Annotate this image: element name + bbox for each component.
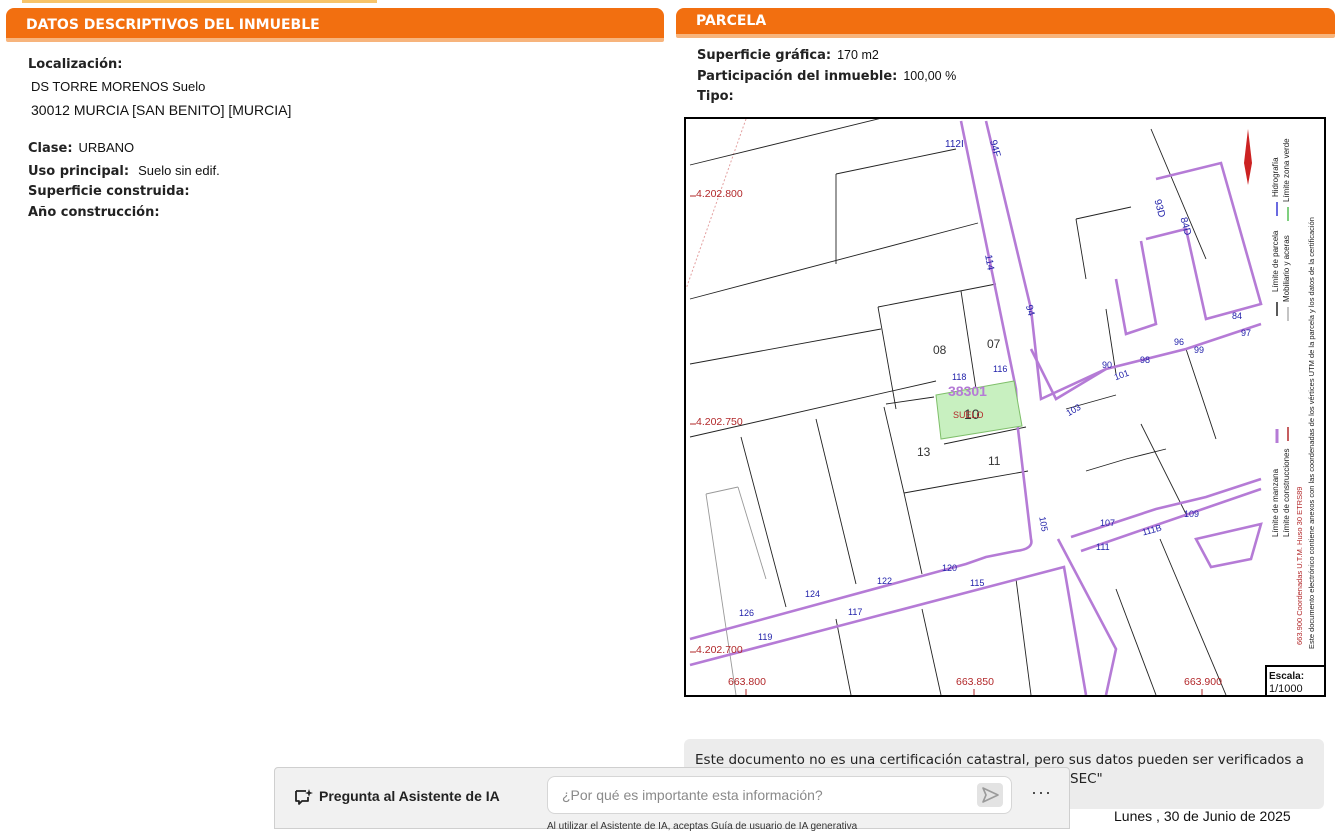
ai-assistant-title: Pregunta al Asistente de IA <box>319 788 500 804</box>
ai-more-options-button[interactable]: ··· <box>1031 782 1052 803</box>
section-title: PARCELA <box>696 13 767 29</box>
parcel-number: 08 <box>933 343 947 357</box>
coord-x-label: 663.900 <box>1184 676 1222 688</box>
address-line-1: DS TORRE MORENOS Suelo <box>31 79 206 94</box>
street-number: 119 <box>758 632 773 642</box>
parcel-number: 11 <box>988 454 1001 468</box>
uso-label: Uso principal: <box>28 164 130 179</box>
superficie-grafica-row: Superficie gráfica: 170 m2 <box>697 46 879 64</box>
street-number: 99 <box>1194 345 1205 355</box>
ano-construccion-label: Año construcción: <box>28 205 160 220</box>
street-number: 84 <box>1232 311 1243 321</box>
street-number: 116 <box>993 364 1008 374</box>
street-number: 117 <box>848 607 863 617</box>
coord-y-label: 4.202.700 <box>696 644 743 656</box>
superficie-grafica-value: 170 m2 <box>837 48 879 62</box>
clase-label: Clase: <box>28 141 73 156</box>
tipo-label: Tipo: <box>697 89 734 104</box>
street-number: 120 <box>942 563 958 573</box>
section-title: DATOS DESCRIPTIVOS DEL INMUEBLE <box>26 17 320 33</box>
street-number: 111 <box>1096 542 1110 552</box>
legend-item: Límite de manzana <box>1271 468 1280 537</box>
map-guide-line <box>686 119 747 290</box>
scale-value: 1/1000 <box>1269 683 1303 695</box>
superficie-construida-label: Superficie construida: <box>28 184 190 199</box>
parcel-use: SUELO <box>953 410 984 420</box>
north-arrow-icon <box>1244 129 1252 185</box>
legend-item: Mobiliario y aceras <box>1282 235 1291 302</box>
coord-y-label: 4.202.800 <box>696 188 743 200</box>
uso-row: Uso principal: Suelo sin edif. <box>28 162 220 180</box>
section-header-datos: DATOS DESCRIPTIVOS DEL INMUEBLE <box>6 8 664 42</box>
street-number: 118 <box>952 372 967 382</box>
street-number: 115 <box>970 578 985 588</box>
clase-row: Clase: URBANO <box>28 139 134 157</box>
street-number: 107 <box>1100 518 1116 528</box>
street-number: 96 <box>1174 337 1185 347</box>
coord-x-label: 663.850 <box>956 676 994 688</box>
ai-assistant-bar: Pregunta al Asistente de IA ··· Al utili… <box>274 767 1070 832</box>
document-date: Lunes , 30 de Junio de 2025 <box>1114 808 1291 824</box>
superficie-grafica-label: Superficie gráfica: <box>697 48 832 63</box>
street-number: 97 <box>1241 328 1252 338</box>
legend-coords-note: 663.900 Coordenadas U.T.M. Huso 30 ETRS8… <box>1295 486 1304 645</box>
ai-chat-sparkle-icon <box>295 789 313 805</box>
legend-item: Hidrografía <box>1271 157 1280 197</box>
legend-item: Límite zona verde <box>1282 138 1291 202</box>
legend-item: Límite de parcela <box>1271 230 1280 292</box>
uso-value: Suelo sin edif. <box>138 163 220 178</box>
address-line-2: 30012 MURCIA [SAN BENITO] [MURCIA] <box>31 102 292 118</box>
map-legend: Límite de manzana Límite de construccion… <box>1265 117 1326 697</box>
coordinate-ticks <box>690 195 1203 695</box>
legend-item: Límite de construcciones <box>1282 448 1291 538</box>
parcel-number: 07 <box>987 337 1001 351</box>
street-number: 122 <box>877 576 893 586</box>
street-number: 112I <box>945 139 964 150</box>
top-accent-bar <box>22 0 377 3</box>
participacion-label: Participación del inmueble: <box>697 69 898 84</box>
participacion-row: Participación del inmueble: 100,00 % <box>697 67 956 85</box>
street-number: 90 <box>1102 360 1113 370</box>
clase-value: URBANO <box>78 140 135 155</box>
notice-line-2: SEC" <box>1070 771 1103 787</box>
section-header-parcela: PARCELA <box>676 8 1335 38</box>
ai-send-button[interactable] <box>977 783 1003 807</box>
legend-document-note: Este documento electrónico contiene anex… <box>1307 217 1316 649</box>
parcel-reference: 38301 <box>948 383 987 399</box>
street-number: 124 <box>805 589 821 599</box>
scale-box: Escala: 1/1000 <box>1265 665 1326 697</box>
coord-y-label: 4.202.750 <box>696 416 743 428</box>
street-number: 126 <box>739 608 755 618</box>
ai-disclaimer: Al utilizar el Asistente de IA, aceptas … <box>547 821 858 832</box>
localizacion-label: Localización: <box>28 57 123 72</box>
coord-x-label: 663.800 <box>728 676 766 688</box>
scale-label: Escala: <box>1269 671 1305 682</box>
street-number: 98 <box>1140 355 1151 365</box>
send-icon <box>982 787 999 803</box>
participacion-value: 100,00 % <box>903 69 957 83</box>
parcel-number: 13 <box>917 445 931 459</box>
ai-question-input[interactable] <box>547 776 1012 814</box>
cadastral-map[interactable]: 4.202.800 4.202.750 4.202.700 663.800 66… <box>684 117 1326 697</box>
street-number: 109 <box>1184 509 1200 519</box>
